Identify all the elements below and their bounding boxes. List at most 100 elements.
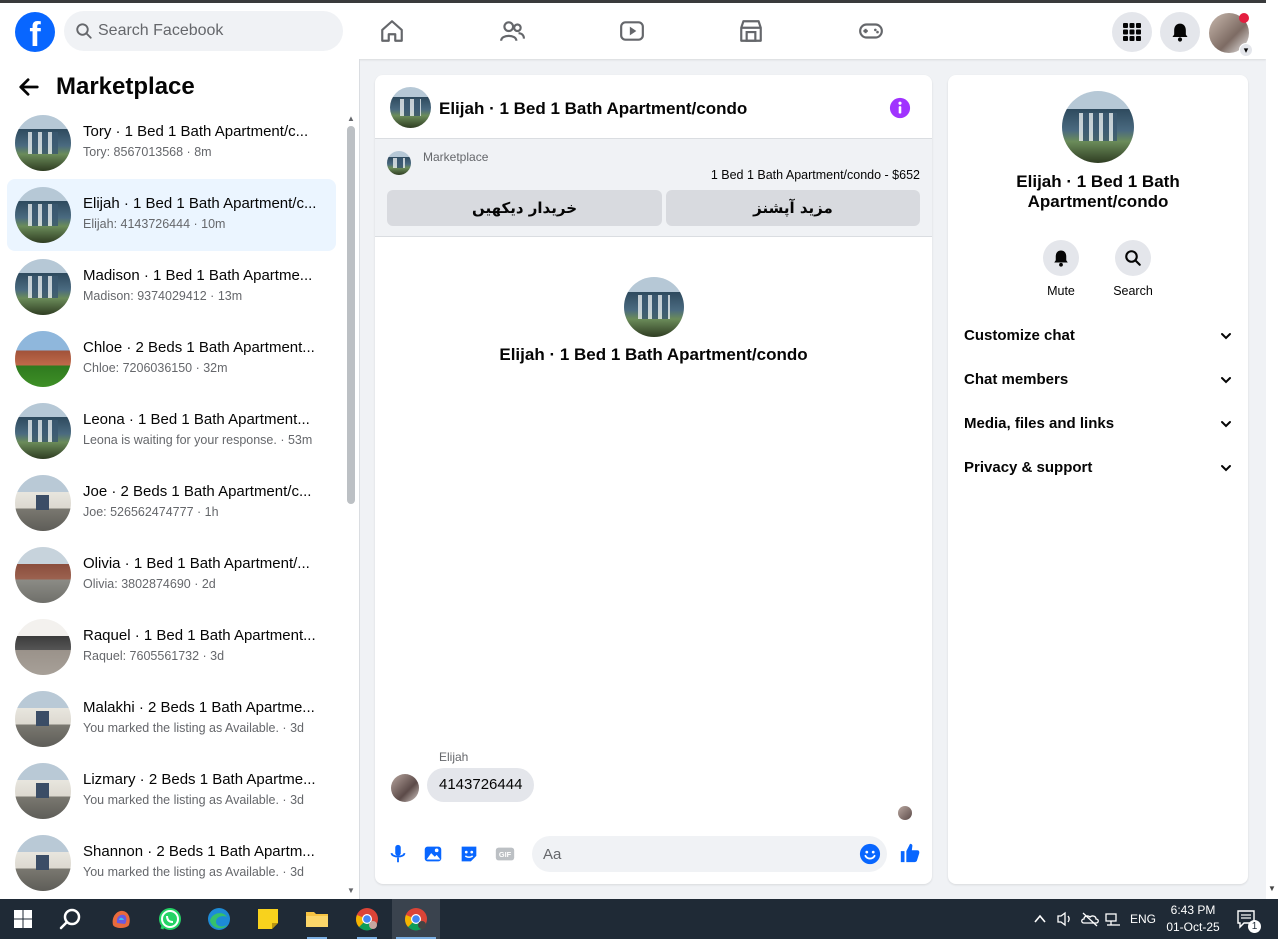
- video-icon[interactable]: [619, 18, 645, 44]
- listing-thumbnail: [15, 187, 71, 243]
- listing-thumbnail: [15, 835, 71, 891]
- privacy-support-section[interactable]: Privacy & support: [964, 450, 1232, 486]
- onedrive-icon[interactable]: [1080, 911, 1100, 927]
- marketplace-icon[interactable]: [738, 18, 764, 44]
- conversation-list-panel: Marketplace Tory · 1 Bed 1 Bath Apartmen…: [0, 59, 360, 899]
- listing-thumbnail: [15, 619, 71, 675]
- gif-icon[interactable]: GIF: [494, 843, 516, 865]
- chevron-down-icon[interactable]: ▾: [1239, 43, 1253, 57]
- message-input[interactable]: [543, 836, 843, 872]
- sticker-icon[interactable]: [458, 843, 480, 865]
- customize-chat-section[interactable]: Customize chat: [964, 318, 1232, 354]
- back-arrow-icon[interactable]: [18, 76, 40, 98]
- tray-chevron-up-icon[interactable]: [1033, 913, 1047, 925]
- search-action[interactable]: Search: [1098, 240, 1168, 298]
- sticky-notes-icon[interactable]: [254, 905, 282, 933]
- scroll-down-icon[interactable]: ▼: [1268, 884, 1276, 893]
- scroll-up-icon[interactable]: ▲: [347, 114, 355, 123]
- clock-date: 01-Oct-25: [1166, 920, 1220, 934]
- copilot-icon[interactable]: [107, 905, 135, 933]
- conversation-item[interactable]: Chloe · 2 Beds 1 Bath Apartment... Chloe:…: [7, 323, 336, 395]
- emoji-icon[interactable]: [859, 843, 881, 865]
- listing-title-price[interactable]: 1 Bed 1 Bath Apartment/condo - $652: [711, 168, 920, 182]
- conversation-item[interactable]: Leona · 1 Bed 1 Bath Apartment... Leona i…: [7, 395, 336, 467]
- search-input[interactable]: [98, 11, 328, 51]
- message-composer: GIF: [375, 832, 932, 876]
- more-options-button[interactable]: مزید آپشنز: [666, 190, 920, 226]
- bell-icon: [1172, 23, 1188, 42]
- bell-icon: [1054, 250, 1068, 267]
- svg-text:GIF: GIF: [499, 850, 512, 859]
- friends-icon[interactable]: [499, 18, 525, 44]
- scrollbar-thumb[interactable]: [347, 126, 355, 504]
- mute-button[interactable]: [1043, 240, 1079, 276]
- listing-thumbnail[interactable]: [387, 151, 411, 175]
- language-indicator[interactable]: ENG: [1130, 911, 1156, 939]
- media-files-links-section[interactable]: Media, files and links: [964, 406, 1232, 442]
- conversation-preview: Leona is waiting for your response. · 53…: [83, 433, 313, 447]
- conversation-title: Malakhi · 2 Beds 1 Bath Apartme...: [83, 699, 315, 716]
- profile-avatar[interactable]: ▾: [1209, 13, 1253, 57]
- chrome-profile-icon[interactable]: [402, 905, 430, 933]
- menu-button[interactable]: [1112, 12, 1152, 52]
- conversation-preview: Raquel: 7605561732 · 3d: [83, 649, 225, 663]
- windows-start-icon[interactable]: [9, 905, 37, 933]
- conversation-title: Tory · 1 Bed 1 Bath Apartment/c...: [83, 123, 309, 140]
- edge-icon[interactable]: [205, 905, 233, 933]
- taskbar-search-icon[interactable]: [57, 905, 85, 933]
- mute-action[interactable]: Mute: [1026, 240, 1096, 298]
- microphone-icon[interactable]: [387, 843, 409, 865]
- conversation-item[interactable]: Madison · 1 Bed 1 Bath Apartme... Madison…: [7, 251, 336, 323]
- conversation-item[interactable]: Raquel · 1 Bed 1 Bath Apartment... Raquel…: [7, 611, 336, 683]
- gaming-icon[interactable]: [858, 18, 884, 44]
- details-name: Elijah · 1 Bed 1 Bath Apartment/condo: [1016, 172, 1180, 211]
- volume-icon[interactable]: [1056, 911, 1074, 927]
- notification-count-badge: 1: [1248, 920, 1261, 933]
- scrollbar[interactable]: ▲ ▼: [346, 114, 355, 895]
- whatsapp-icon[interactable]: [156, 905, 184, 933]
- notifications-button[interactable]: [1160, 12, 1200, 52]
- conversation-preview: Tory: 8567013568 · 8m: [83, 145, 212, 159]
- thumbs-up-icon[interactable]: [899, 842, 921, 864]
- search-box[interactable]: [64, 11, 343, 51]
- conversation-title: Olivia · 1 Bed 1 Bath Apartment/...: [83, 555, 310, 572]
- conversation-item[interactable]: Elijah · 1 Bed 1 Bath Apartment/c... Elij…: [7, 179, 336, 251]
- network-icon[interactable]: [1104, 911, 1122, 927]
- listing-thumbnail: [15, 547, 71, 603]
- section-label: Media, files and links: [964, 415, 1115, 432]
- search-button[interactable]: [1115, 240, 1151, 276]
- facebook-logo[interactable]: f: [15, 12, 55, 52]
- photo-icon[interactable]: [422, 843, 444, 865]
- listing-thumbnail: [15, 331, 71, 387]
- details-avatar[interactable]: [1062, 91, 1134, 163]
- home-icon[interactable]: [379, 18, 405, 44]
- sender-avatar[interactable]: [391, 774, 419, 802]
- chat-members-section[interactable]: Chat members: [964, 362, 1232, 398]
- listing-thumbnail: [15, 763, 71, 819]
- conversation-title: Chloe · 2 Beds 1 Bath Apartment...: [83, 339, 315, 356]
- info-icon[interactable]: [889, 97, 911, 119]
- conversation-item[interactable]: Shannon · 2 Beds 1 Bath Apartm... You mar…: [7, 827, 336, 899]
- chrome-icon[interactable]: [353, 905, 381, 933]
- message-input-box[interactable]: [532, 836, 887, 872]
- scroll-down-icon[interactable]: ▼: [347, 886, 355, 895]
- conversation-title: Madison · 1 Bed 1 Bath Apartme...: [83, 267, 313, 284]
- conversation-item[interactable]: Lizmary · 2 Beds 1 Bath Apartme... You ma…: [7, 755, 336, 827]
- page-scrollbar[interactable]: ▼: [1266, 0, 1278, 899]
- conversation-preview: Olivia: 3802874690 · 2d: [83, 577, 216, 591]
- grid-menu-icon: [1123, 23, 1141, 41]
- chat-title[interactable]: Elijah · 1 Bed 1 Bath Apartment/condo: [439, 99, 747, 119]
- windows-taskbar: ENG 6:43 PM 01-Oct-25 1: [0, 899, 1278, 939]
- chat-avatar[interactable]: [390, 87, 431, 128]
- message-bubble[interactable]: 4143726444: [427, 768, 535, 802]
- view-buyer-button[interactable]: خریدار دیکھیں: [387, 190, 662, 226]
- conversation-item[interactable]: Malakhi · 2 Beds 1 Bath Apartme... You ma…: [7, 683, 336, 755]
- marketplace-label: Marketplace: [423, 150, 489, 164]
- clock[interactable]: 6:43 PM 01-Oct-25: [1160, 902, 1226, 936]
- listing-thumbnail: [15, 475, 71, 531]
- conversation-title: Joe · 2 Beds 1 Bath Apartment/c...: [83, 483, 312, 500]
- conversation-item[interactable]: Joe · 2 Beds 1 Bath Apartment/c... Joe: 5…: [7, 467, 336, 539]
- file-explorer-icon[interactable]: [303, 905, 331, 933]
- conversation-item[interactable]: Tory · 1 Bed 1 Bath Apartment/c... Tory: …: [7, 107, 336, 179]
- conversation-item[interactable]: Olivia · 1 Bed 1 Bath Apartment/... Olivi…: [7, 539, 336, 611]
